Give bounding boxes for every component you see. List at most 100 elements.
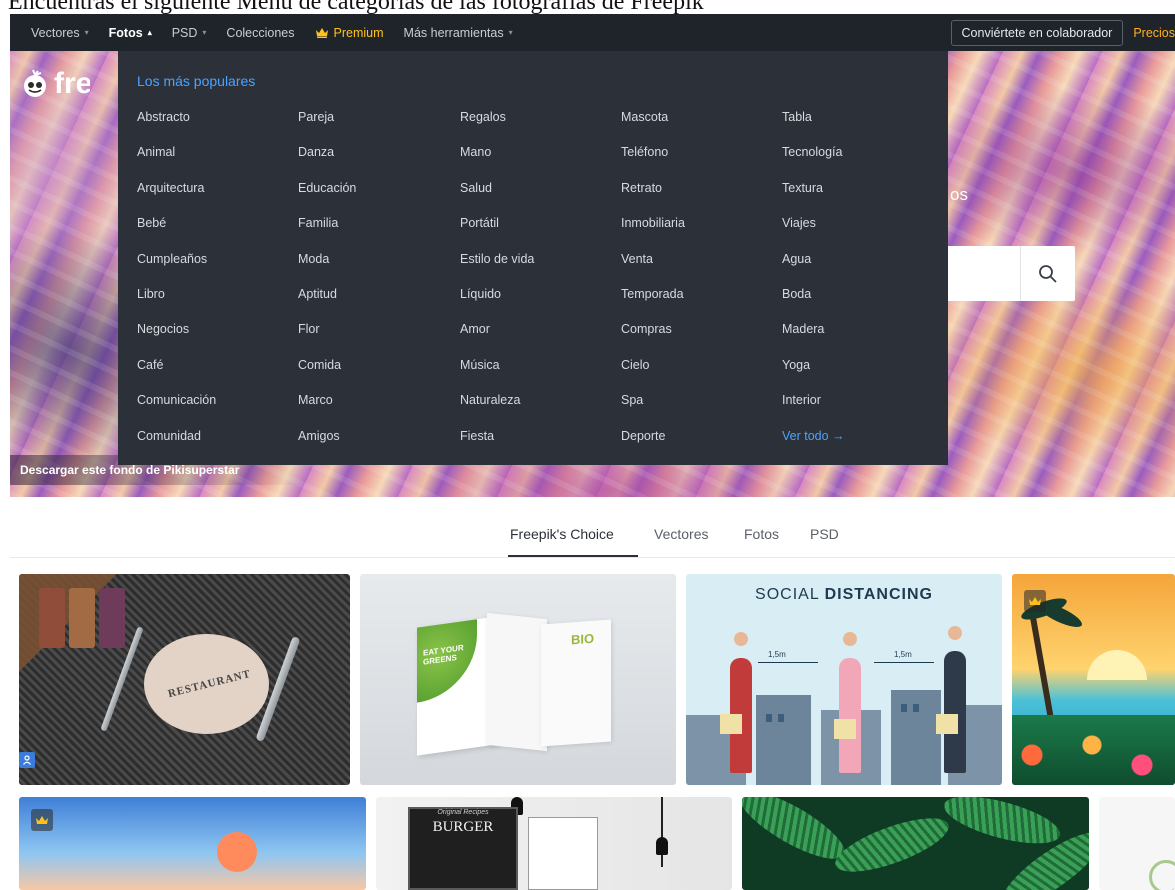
nav-premium[interactable]: Premium <box>315 26 384 40</box>
nav-psd[interactable]: PSD ▾ <box>172 26 207 40</box>
category-link[interactable]: Animal <box>137 142 297 177</box>
become-contributor-button[interactable]: Conviértete en colaborador <box>950 19 1124 46</box>
sun-image <box>1087 650 1147 680</box>
category-link[interactable]: Amor <box>460 319 620 354</box>
chevron-up-icon: ▴ <box>147 28 152 37</box>
category-link[interactable]: Danza <box>298 142 458 177</box>
search-box[interactable] <box>940 246 1075 301</box>
gallery-item-social-distancing[interactable]: SOCIAL DISTANCING 1,5m 1,5m <box>686 574 1002 785</box>
category-link[interactable]: Cumpleaños <box>137 249 297 284</box>
category-link[interactable]: Temporada <box>621 284 781 319</box>
category-link[interactable]: Madera <box>782 319 942 354</box>
board-subtitle: Original Recipes <box>437 809 489 816</box>
category-link[interactable]: Mano <box>460 142 620 177</box>
premium-badge <box>1024 590 1046 612</box>
category-link[interactable]: Tabla <box>782 107 942 142</box>
category-link[interactable]: Amigos <box>298 426 458 461</box>
category-link[interactable]: Spa <box>621 390 781 425</box>
category-link[interactable]: Venta <box>621 249 781 284</box>
search-button[interactable] <box>1020 246 1075 301</box>
freepik-logo[interactable]: freepik <box>20 67 90 101</box>
tab-psd[interactable]: PSD <box>810 526 839 542</box>
category-link[interactable]: Tecnología <box>782 142 942 177</box>
chevron-down-icon: ▾ <box>84 28 89 37</box>
category-link[interactable]: Abstracto <box>137 107 297 142</box>
nav-mas-herramientas[interactable]: Más herramientas ▾ <box>404 26 513 40</box>
category-link[interactable]: Líquido <box>460 284 620 319</box>
social-distancing-title: SOCIAL DISTANCING <box>686 586 1002 604</box>
category-link[interactable]: Moda <box>298 249 458 284</box>
category-link[interactable]: Comunicación <box>137 390 297 425</box>
category-link[interactable]: Marco <box>298 390 458 425</box>
social-title-bold: DISTANCING <box>824 586 933 603</box>
hero-subtitle-fragment: os <box>950 185 968 204</box>
category-link[interactable]: Agua <box>782 249 942 284</box>
category-link[interactable]: Negocios <box>137 319 297 354</box>
category-link[interactable]: Textura <box>782 178 942 213</box>
chalkboard-sign: Original Recipes BURGER <box>408 807 518 890</box>
tab-vectores[interactable]: Vectores <box>654 526 708 542</box>
category-link[interactable]: Regalos <box>460 107 620 142</box>
ring-graphic <box>1149 860 1175 890</box>
social-title-light: SOCIAL <box>755 586 820 603</box>
category-link[interactable]: Retrato <box>621 178 781 213</box>
shopping-bag-image <box>834 719 856 739</box>
category-link[interactable]: Salud <box>460 178 620 213</box>
category-link[interactable]: Yoga <box>782 355 942 390</box>
category-link[interactable]: Deporte <box>621 426 781 461</box>
brochure-middle-panel <box>487 612 547 752</box>
chevron-down-icon: ▾ <box>202 28 207 37</box>
category-link[interactable]: Compras <box>621 319 781 354</box>
category-link[interactable]: Arquitectura <box>137 178 297 213</box>
category-link[interactable]: Inmobiliaria <box>621 213 781 248</box>
category-link[interactable]: Estilo de vida <box>460 249 620 284</box>
category-link[interactable]: Música <box>460 355 620 390</box>
tropical-flowers <box>1012 715 1175 785</box>
person-head <box>734 632 748 646</box>
category-link[interactable]: Portátil <box>460 213 620 248</box>
shopping-bag-image <box>720 714 742 734</box>
category-link[interactable]: Mascota <box>621 107 781 142</box>
gallery-item-brochure[interactable]: EAT YOUR GREENS BIO <box>360 574 676 785</box>
nav-vectores[interactable]: Vectores ▾ <box>31 26 89 40</box>
see-all-link[interactable]: Ver todo → <box>782 426 942 461</box>
gallery-item-sunset-landscape[interactable] <box>19 797 366 890</box>
tab-fotos[interactable]: Fotos <box>744 526 779 542</box>
gallery-item-tropical-beach[interactable] <box>1012 574 1175 785</box>
category-link[interactable]: Educación <box>298 178 458 213</box>
search-icon <box>1038 264 1057 283</box>
user-glyph <box>23 755 31 765</box>
gallery-item-partial[interactable] <box>1099 797 1175 890</box>
category-link[interactable]: Familia <box>298 213 458 248</box>
menu-frame <box>528 817 598 890</box>
prices-link[interactable]: Precios <box>1133 26 1175 40</box>
person-figure <box>839 658 861 773</box>
nav-colecciones[interactable]: Colecciones <box>226 26 294 40</box>
category-link[interactable]: Libro <box>137 284 297 319</box>
category-link[interactable]: Cielo <box>621 355 781 390</box>
crown-icon <box>36 815 48 824</box>
category-link[interactable]: Fiesta <box>460 426 620 461</box>
category-link[interactable]: Bebé <box>137 213 297 248</box>
category-link[interactable]: Aptitud <box>298 284 458 319</box>
leaf-image <box>939 797 1065 853</box>
nav-right-group: Conviértete en colaborador Precios <box>950 14 1175 51</box>
glass-image <box>99 588 125 648</box>
category-link[interactable]: Viajes <box>782 213 942 248</box>
category-link[interactable]: Teléfono <box>621 142 781 177</box>
nav-fotos[interactable]: Fotos ▴ <box>109 26 152 40</box>
category-link[interactable]: Pareja <box>298 107 458 142</box>
category-link[interactable]: Naturaleza <box>460 390 620 425</box>
tabs-divider <box>10 557 1175 558</box>
gallery-item-tropical-leaves[interactable] <box>742 797 1089 890</box>
category-link[interactable]: Café <box>137 355 297 390</box>
gallery-item-restaurant-placemat[interactable]: RESTAURANT <box>19 574 350 785</box>
category-link[interactable]: Comida <box>298 355 458 390</box>
content-tabs: Freepik's Choice Vectores Fotos PSD <box>0 522 1175 560</box>
category-link[interactable]: Flor <box>298 319 458 354</box>
category-link[interactable]: Boda <box>782 284 942 319</box>
tab-freepiks-choice[interactable]: Freepik's Choice <box>510 526 614 542</box>
category-link[interactable]: Comunidad <box>137 426 297 461</box>
category-link[interactable]: Interior <box>782 390 942 425</box>
gallery-item-burger-chalkboard[interactable]: Original Recipes BURGER <box>376 797 732 890</box>
